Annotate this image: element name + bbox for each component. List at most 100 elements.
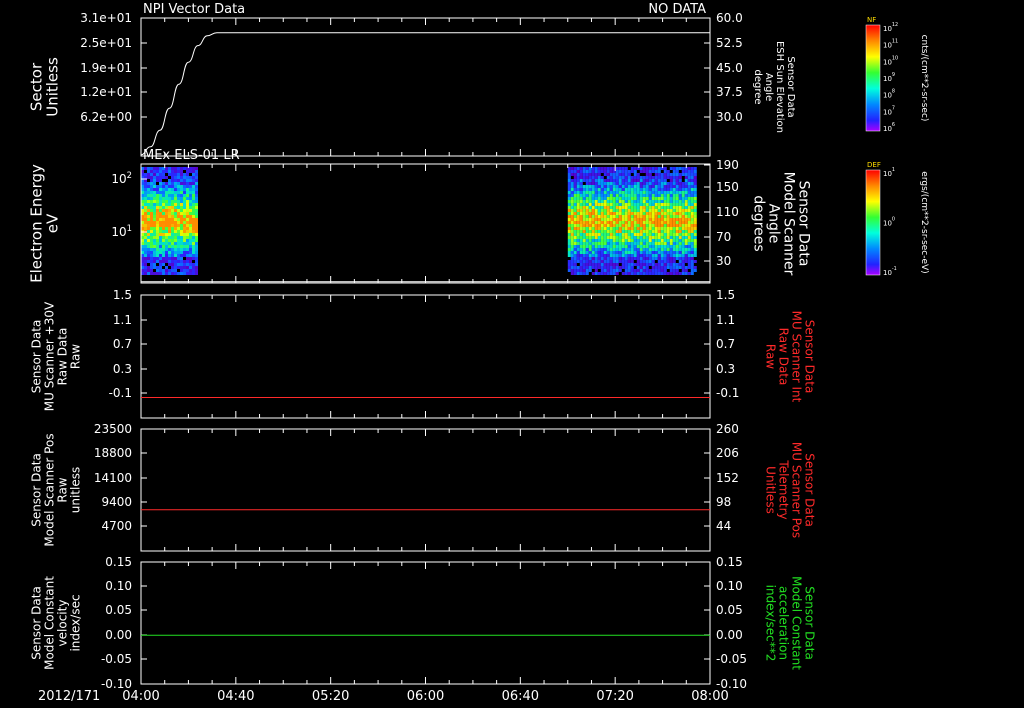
heatmap-cell [567,191,571,194]
heatmap-cell [174,233,177,236]
heatmap-cell [573,269,577,272]
heatmap-cell [177,188,180,191]
heatmap-cell [588,179,592,182]
panel-1: NPI Vector Data NO DATA3.1e+012.5e+011.9e… [27,2,796,157]
heatmap-cell [660,176,664,179]
heatmap-cell [192,176,195,179]
heatmap-cell [174,263,177,266]
heatmap-cell [162,269,165,272]
heatmap-cell [693,230,697,233]
heatmap-cell [186,233,189,236]
heatmap-cell [645,203,649,206]
heatmap-cell [657,173,661,176]
heatmap-cell [678,272,682,275]
heatmap-cell [174,185,177,188]
heatmap-cell [603,173,607,176]
heatmap-cell [678,236,682,239]
heatmap-cell [609,170,613,173]
heatmap-cell [195,227,198,230]
heatmap-cell [588,230,592,233]
heatmap-cell [675,251,679,254]
heatmap-cell [195,209,198,212]
heatmap-cell [621,212,625,215]
heatmap-cell [168,182,171,185]
heatmap-cell [150,218,153,221]
heatmap-cell [597,215,601,218]
heatmap-cell [609,197,613,200]
left-tick-label: -0.05 [101,652,132,666]
heatmap-cell [621,245,625,248]
heatmap-cell [657,179,661,182]
heatmap-cell [573,215,577,218]
heatmap-cell [174,248,177,251]
heatmap-cell [162,194,165,197]
heatmap-cell [606,230,610,233]
heatmap-cell [186,254,189,257]
colorbar-tick-label: 10-1 [883,266,897,277]
heatmap-cell [639,200,643,203]
panel-title: NPI Vector Data [143,2,245,17]
x-minor-ticks [140,295,711,418]
series-line [140,32,710,156]
heatmap-cell [645,188,649,191]
heatmap-cell [153,251,156,254]
heatmap-cell [570,215,574,218]
axis-label-line: Sensor Data [30,453,44,527]
heatmap-cell [567,239,571,242]
heatmap-cell [600,167,604,170]
heatmap-cell [678,254,682,257]
heatmap-cell [621,197,625,200]
heatmap-cell [570,221,574,224]
heatmap-cell [168,221,171,224]
heatmap-cell [147,248,150,251]
heatmap-cell [597,182,601,185]
heatmap-cell [666,227,670,230]
heatmap-cell [639,188,643,191]
heatmap-cell [669,188,673,191]
heatmap-cell [174,260,177,263]
heatmap-cell [645,212,649,215]
heatmap-cell [171,206,174,209]
heatmap-cell [150,173,153,176]
heatmap-cell [648,236,652,239]
heatmap-cell [150,212,153,215]
heatmap-cell [192,206,195,209]
heatmap-cell [672,230,676,233]
heatmap-cell [633,182,637,185]
heatmap-cell [165,221,168,224]
heatmap-cell [156,209,159,212]
heatmap-cell [576,272,580,275]
heatmap-cell [687,191,691,194]
heatmap-cell [615,260,619,263]
heatmap-cell [594,260,598,263]
colorbar-unit-label: ergs/(cm**2-sr-sec-eV) [919,171,929,273]
heatmap-cell [576,248,580,251]
heatmap-cell [180,191,183,194]
heatmap-cell [690,218,694,221]
heatmap-cell [159,224,162,227]
heatmap-cell [645,260,649,263]
heatmap-cell [192,191,195,194]
heatmap-cell [645,239,649,242]
heatmap-cell [663,230,667,233]
heatmap-cell [579,272,583,275]
heatmap-cell [195,245,198,248]
heatmap-cell [576,245,580,248]
heatmap-cell [609,230,613,233]
heatmap-cell [678,242,682,245]
heatmap-cell [606,221,610,224]
heatmap-cell [681,212,685,215]
heatmap-cell [615,200,619,203]
heatmap-cell [159,221,162,224]
heatmap-cell [594,248,598,251]
heatmap-cell [153,260,156,263]
heatmap-cell [624,245,628,248]
heatmap-cell [579,254,583,257]
heatmap-cell [150,188,153,191]
heatmap-cell [150,245,153,248]
heatmap-cell [687,179,691,182]
heatmap-cell [690,254,694,257]
heatmap-cell [147,236,150,239]
heatmap-cell [162,185,165,188]
heatmap-cell [582,215,586,218]
